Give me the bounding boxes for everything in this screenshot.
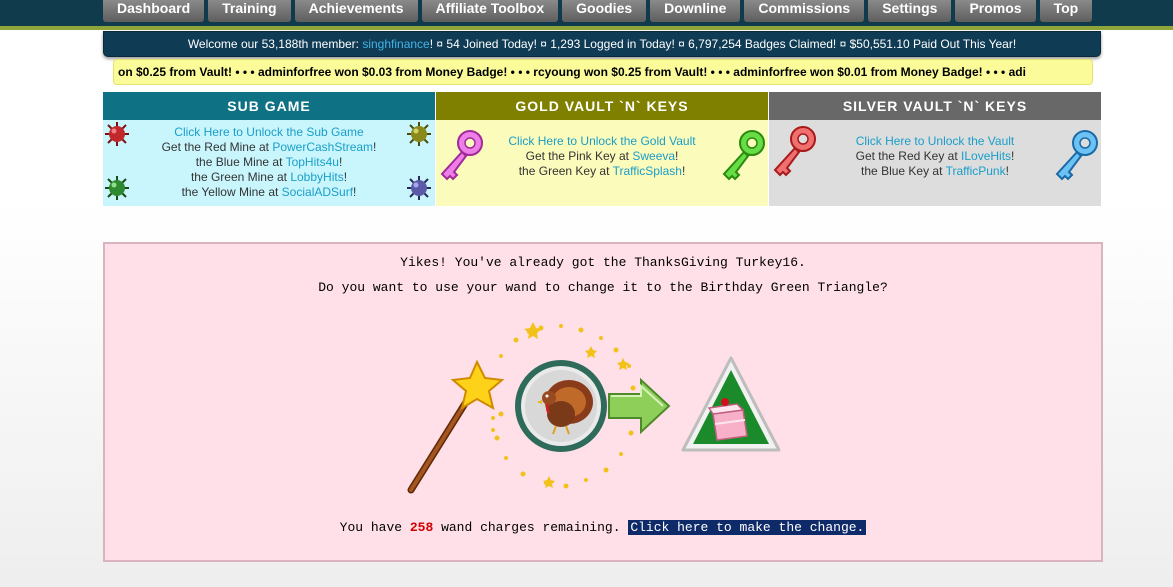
nav-promos[interactable]: Promos bbox=[955, 0, 1036, 22]
change-question: Do you want to use your wand to change i… bbox=[318, 280, 888, 295]
silver-vault-box: SILVER VAULT `N` KEYS Click Here to Unlo… bbox=[769, 92, 1101, 206]
sub-line-blue: the Blue Mine at TopHits4u! bbox=[195, 155, 343, 169]
wand-charges-count: 258 bbox=[409, 520, 434, 535]
wand-transform-illustration bbox=[407, 322, 781, 494]
pink-key-icon bbox=[440, 130, 483, 181]
thanksgiving-turkey-badge-icon bbox=[515, 360, 607, 452]
yellow-mine-icon bbox=[407, 122, 431, 146]
birthday-green-triangle-badge-icon bbox=[681, 356, 781, 452]
silver-vault-body: Click Here to Unlock the Vault Get the R… bbox=[769, 120, 1101, 206]
unlock-sub-game-link[interactable]: Click Here to Unlock the Sub Game bbox=[174, 125, 363, 139]
green-key-icon bbox=[722, 130, 765, 181]
ticker-text: on $0.25 from Vault! • • • adminforfree … bbox=[118, 65, 1026, 79]
wand-change-panel: Yikes! You've already got the ThanksGivi… bbox=[103, 242, 1103, 562]
sub-line-yellow: the Yellow Mine at SocialADSurf! bbox=[181, 185, 357, 199]
main-nav: Dashboard Training Achievements Affiliat… bbox=[103, 0, 1093, 22]
nav-goodies[interactable]: Goodies bbox=[562, 0, 647, 22]
ilovehits-link[interactable]: ILoveHits bbox=[961, 149, 1011, 163]
sub-game-box: SUB GAME Click Here to Unlock the Sub Ga… bbox=[103, 92, 435, 206]
green-mine-icon bbox=[105, 176, 129, 200]
sweeva-link[interactable]: Sweeva bbox=[632, 149, 675, 163]
magic-wand-icon bbox=[407, 359, 505, 494]
sub-game-body: Click Here to Unlock the Sub Game Get th… bbox=[103, 120, 435, 206]
blue-mine-icon bbox=[407, 176, 431, 200]
gold-vault-body: Click Here to Unlock the Gold Vault Get … bbox=[436, 120, 768, 206]
nav-affiliate-toolbox[interactable]: Affiliate Toolbox bbox=[421, 0, 559, 22]
unlock-gold-vault-link[interactable]: Click Here to Unlock the Gold Vault bbox=[508, 134, 695, 148]
blue-key-icon bbox=[1055, 130, 1098, 181]
winners-ticker: on $0.25 from Vault! • • • adminforfree … bbox=[113, 59, 1093, 85]
red-key-icon bbox=[773, 126, 816, 177]
nav-top[interactable]: Top bbox=[1039, 0, 1093, 22]
top-nav-bar: Dashboard Training Achievements Affiliat… bbox=[0, 0, 1173, 26]
already-have-message: Yikes! You've already got the ThanksGivi… bbox=[400, 255, 806, 270]
make-change-link[interactable]: Click here to make the change. bbox=[628, 520, 867, 535]
sub-game-title: SUB GAME bbox=[103, 92, 435, 120]
wand-charges-line: You have 258 wand charges remaining. Cli… bbox=[339, 520, 867, 535]
nav-accent-line bbox=[0, 26, 1173, 30]
nav-training[interactable]: Training bbox=[208, 0, 291, 22]
tophits4u-link[interactable]: TopHits4u bbox=[286, 155, 339, 169]
nav-dashboard[interactable]: Dashboard bbox=[103, 0, 205, 22]
welcome-stats-bar: Welcome our 53,188th member: singhfinanc… bbox=[103, 31, 1101, 57]
nav-downline[interactable]: Downline bbox=[650, 0, 741, 22]
nav-settings[interactable]: Settings bbox=[868, 0, 952, 22]
new-member-link[interactable]: singhfinance bbox=[362, 37, 429, 51]
transform-arrow-icon bbox=[608, 377, 671, 435]
red-mine-icon bbox=[105, 122, 129, 146]
nav-commissions[interactable]: Commissions bbox=[744, 0, 865, 22]
trafficsplash-link[interactable]: TrafficSplash bbox=[613, 164, 682, 178]
nav-achievements[interactable]: Achievements bbox=[294, 0, 418, 22]
silver-vault-title: SILVER VAULT `N` KEYS bbox=[769, 92, 1101, 120]
lobbyhits-link[interactable]: LobbyHits bbox=[290, 170, 343, 184]
gold-vault-box: GOLD VAULT `N` KEYS Click Here to Unlock… bbox=[436, 92, 768, 206]
sub-line-green: the Green Mine at LobbyHits! bbox=[190, 170, 348, 184]
unlock-silver-vault-link[interactable]: Click Here to Unlock the Vault bbox=[856, 134, 1015, 148]
socialadsurf-link[interactable]: SocialADSurf bbox=[282, 185, 353, 199]
trafficpunk-link[interactable]: TrafficPunk bbox=[946, 164, 1006, 178]
powercashstream-link[interactable]: PowerCashStream bbox=[272, 140, 373, 154]
sub-line-red: Get the Red Mine at PowerCashStream! bbox=[161, 140, 377, 154]
gold-vault-title: GOLD VAULT `N` KEYS bbox=[436, 92, 768, 120]
